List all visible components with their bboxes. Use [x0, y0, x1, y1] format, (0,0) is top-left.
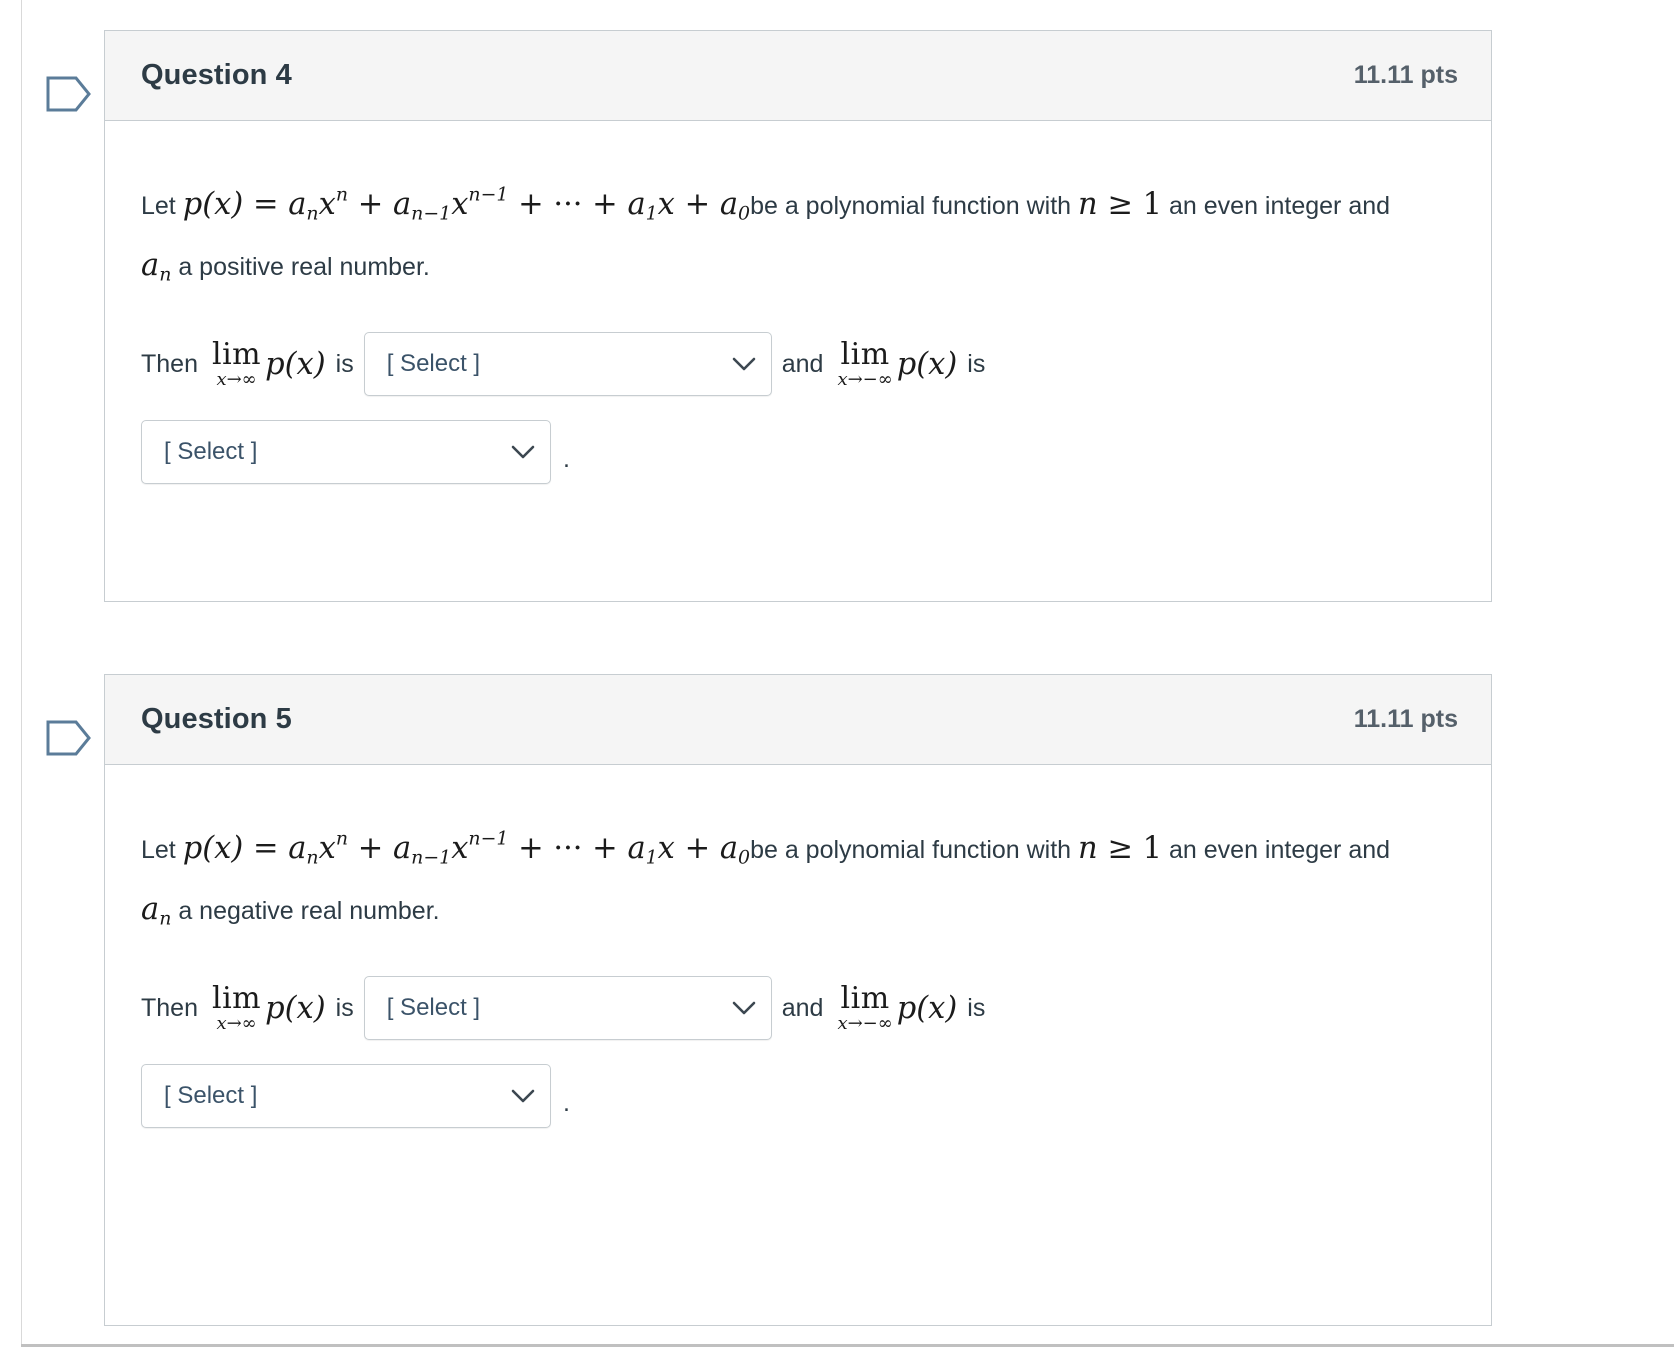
then-label: Then: [141, 993, 198, 1022]
statement-line-1: Let p(x) = anxn + an−1xn−1 + ··· + a1x +…: [141, 821, 1455, 878]
question-card-4: Question 4 11.11 pts Let p(x) = anxn + a…: [104, 30, 1492, 602]
limit-x-to-negative-infinity: lim x→−∞: [837, 336, 893, 390]
limit-2-function: p(x): [896, 990, 958, 1026]
sentence-period: .: [563, 445, 570, 474]
limit-x-to-infinity: lim x→∞: [211, 336, 262, 390]
limit-x-to-infinity: lim x→∞: [211, 980, 262, 1034]
and-label: and: [781, 993, 824, 1022]
leading-coefficient: an: [141, 247, 172, 285]
polynomial-formula: p(x) = anxn + an−1xn−1 + ··· + a1x + a0: [182, 183, 751, 225]
chevron-down-icon: [732, 1002, 756, 1015]
is-label-1: is: [335, 349, 354, 378]
select-limit-positive-infinity-5[interactable]: [ Select ]: [363, 976, 772, 1041]
limit-x-to-negative-infinity: lim x→−∞: [837, 980, 893, 1034]
page-left-rule: [21, 0, 22, 1344]
leading-coefficient: an: [141, 891, 172, 929]
chevron-down-icon: [511, 1090, 535, 1103]
limit-1-function: p(x): [265, 990, 326, 1026]
question-header-4: Question 4 11.11 pts: [105, 31, 1491, 121]
statement-middle: be a polynomial function with: [750, 192, 1072, 220]
question-header-5: Question 5 11.11 pts: [105, 675, 1491, 765]
statement-prefix: Let: [141, 192, 176, 220]
degree-condition: n ≥ 1: [1078, 187, 1163, 222]
statement-suffix: an even integer and: [1169, 192, 1391, 220]
chevron-down-icon: [511, 446, 535, 459]
question-points: 11.11 pts: [1353, 61, 1458, 89]
statement-suffix: an even integer and: [1169, 836, 1391, 864]
degree-condition: n ≥ 1: [1078, 831, 1163, 866]
question-points: 11.11 pts: [1353, 705, 1458, 733]
select-limit-negative-infinity-4[interactable]: [ Select ]: [141, 420, 551, 485]
statement-prefix: Let: [141, 836, 176, 864]
flag-outline-icon[interactable]: [46, 72, 92, 116]
select-label: [ Select ]: [386, 994, 481, 1022]
quiz-page: Question 4 11.11 pts Let p(x) = anxn + a…: [0, 0, 1674, 1347]
select-label: [ Select ]: [164, 438, 258, 466]
question-title: Question 5: [141, 703, 292, 735]
and-label: and: [781, 349, 824, 378]
then-label: Then: [141, 349, 198, 378]
is-label-2: is: [967, 993, 986, 1022]
question-body-4: Let p(x) = anxn + an−1xn−1 + ··· + a1x +…: [105, 121, 1491, 514]
question-body-5: Let p(x) = anxn + an−1xn−1 + ··· + a1x +…: [105, 765, 1491, 1158]
answer-row-5: Then lim x→∞ p(x) is [ Select ] and lim …: [141, 976, 1455, 1041]
select-label: [ Select ]: [386, 350, 481, 378]
select-label: [ Select ]: [164, 1082, 258, 1110]
limit-2-function: p(x): [896, 346, 958, 382]
statement-line-2: an a negative real number.: [141, 882, 1455, 939]
is-label-1: is: [335, 993, 354, 1022]
answer-row-4-second: [ Select ] .: [141, 420, 1455, 485]
answer-row-4: Then lim x→∞ p(x) is [ Select ] and lim …: [141, 332, 1455, 397]
statement-tail: a positive real number.: [178, 252, 430, 281]
statement-tail: a negative real number.: [178, 896, 440, 925]
polynomial-formula: p(x) = anxn + an−1xn−1 + ··· + a1x + a0: [182, 827, 751, 869]
flag-outline-icon[interactable]: [46, 716, 92, 760]
question-card-5: Question 5 11.11 pts Let p(x) = anxn + a…: [104, 674, 1492, 1326]
sentence-period: .: [563, 1089, 570, 1118]
is-label-2: is: [967, 349, 986, 378]
limit-1-function: p(x): [265, 346, 326, 382]
statement-middle: be a polynomial function with: [750, 836, 1072, 864]
question-statement-4: Let p(x) = anxn + an−1xn−1 + ··· + a1x +…: [141, 177, 1455, 294]
question-statement-5: Let p(x) = anxn + an−1xn−1 + ··· + a1x +…: [141, 821, 1455, 938]
chevron-down-icon: [732, 358, 756, 371]
statement-line-2: an a positive real number.: [141, 238, 1455, 295]
select-limit-positive-infinity-4[interactable]: [ Select ]: [363, 332, 772, 397]
statement-line-1: Let p(x) = anxn + an−1xn−1 + ··· + a1x +…: [141, 177, 1455, 234]
select-limit-negative-infinity-5[interactable]: [ Select ]: [141, 1064, 551, 1129]
question-title: Question 4: [141, 59, 292, 91]
answer-row-5-second: [ Select ] .: [141, 1064, 1455, 1129]
